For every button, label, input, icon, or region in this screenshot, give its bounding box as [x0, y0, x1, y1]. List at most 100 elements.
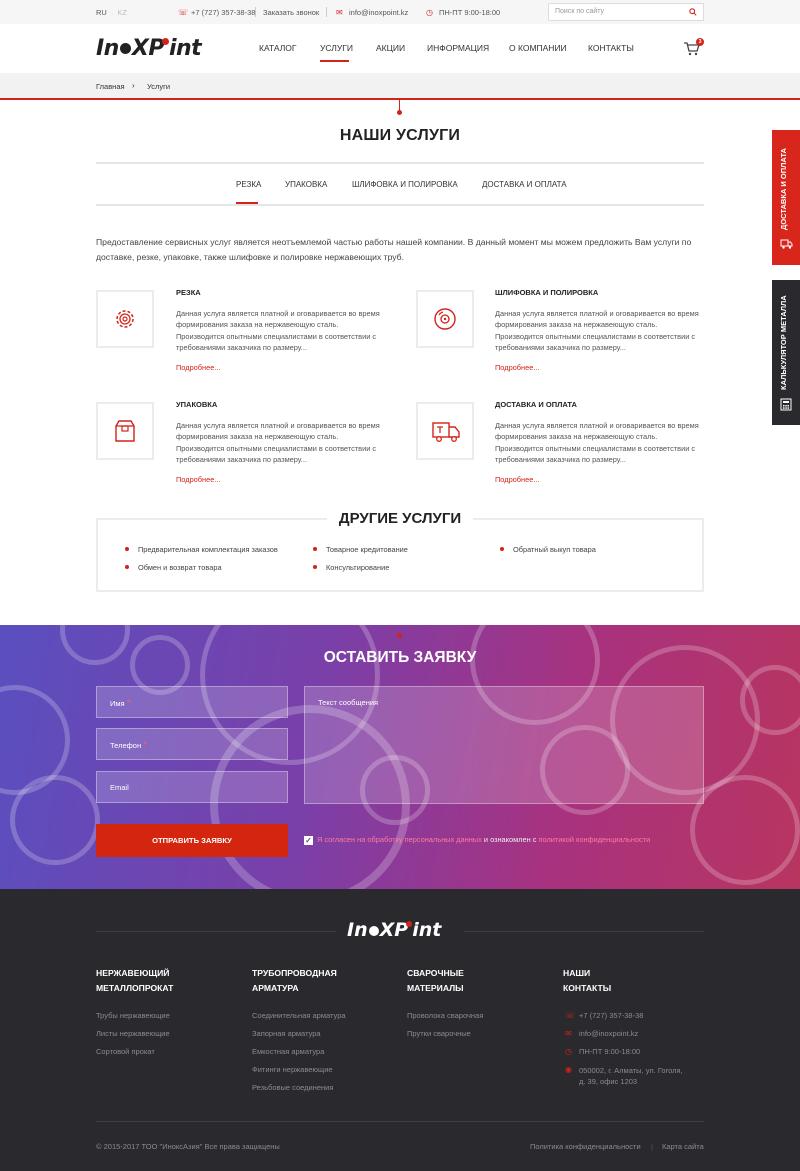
truck-icon — [780, 239, 793, 249]
topbar-hours-text: ПН-ПТ 9:00-18:00 — [439, 8, 501, 17]
footer-col-title: НАШИ КОНТАКТЫ — [563, 968, 612, 993]
side-tab-delivery[interactable]: ДОСТАВКА И ОПЛАТА — [772, 130, 800, 265]
service-card-more-link[interactable]: Подробнее... — [176, 363, 221, 372]
top-bar: RU · KZ ☏ +7 (727) 357-38-38 Заказать звоно… — [0, 0, 800, 24]
service-card-text: Данная услуга является платной и оговари… — [176, 421, 380, 465]
active-nav-underline — [320, 60, 349, 62]
phone-field[interactable]: Телефон * — [96, 728, 288, 760]
footer-col-title: ТРУБОПРОВОДНАЯ АРМАТУРА — [252, 968, 337, 993]
service-card-text: Данная услуга является платной и оговари… — [495, 421, 699, 465]
submit-request-button[interactable]: ОТПРАВИТЬ ЗАЯВКУ — [96, 824, 288, 857]
footer-phone[interactable]: +7 (727) 357-38-38 — [579, 1011, 643, 1020]
mail-icon: ✉ — [336, 8, 343, 18]
lang-kz[interactable]: KZ — [117, 8, 127, 17]
service-card-icon-box — [416, 290, 474, 348]
service-card-more-link[interactable]: Подробнее... — [495, 475, 540, 484]
side-tab-calculator[interactable]: КАЛЬКУЛЯТОР МЕТАЛЛА — [772, 280, 800, 425]
callback-link[interactable]: Заказать звонок — [263, 8, 319, 17]
nav-promotions[interactable]: АКЦИИ — [376, 43, 405, 53]
cart-count-badge: 3 — [696, 38, 704, 46]
page-title: НАШИ УСЛУГИ — [339, 127, 461, 144]
intro-text: Предоставление сервисных услуг является … — [96, 237, 692, 262]
calculator-icon — [780, 398, 792, 411]
tab-cutting[interactable]: РЕЗКА — [236, 180, 261, 189]
consent-label-middle: и ознакомлен с — [481, 835, 539, 844]
gear-icon — [116, 310, 134, 328]
list-item: Товарное кредитование — [313, 545, 408, 554]
list-item: Обмен и возврат товара — [125, 563, 222, 572]
footer-hours: ПН-ПТ 9:00-18:00 — [579, 1047, 641, 1056]
breadcrumb-separator: › — [132, 81, 135, 90]
header: In XP int КАТАЛОГ УСЛУГИ АКЦИИ ИНФОРМАЦИЯ … — [0, 24, 800, 73]
footer-link[interactable]: Запорная арматура — [252, 1029, 321, 1038]
footer-address: 050002, г. Алматы, ул. Гоголя, д. 39, офи… — [579, 1066, 683, 1086]
copyright: © 2015-2017 ТОО "ИноксАзия" Все права за… — [96, 1142, 280, 1151]
tab-packaging[interactable]: УПАКОВКА — [285, 180, 327, 189]
tab-delivery[interactable]: ДОСТАВКА И ОПЛАТА — [482, 180, 567, 189]
nav-contacts[interactable]: КОНТАКТЫ — [588, 43, 634, 53]
consent-label[interactable]: Я согласен на обработку персональных дан… — [317, 835, 482, 844]
truck-icon — [432, 422, 460, 442]
footer-col-title: НЕРЖАВЕЮЩИЙ МЕТАЛЛОПРОКАТ — [96, 968, 174, 993]
other-services-title: ДРУГИЕ УСЛУГИ — [0, 510, 800, 527]
consent-checkbox[interactable]: ✓ — [304, 836, 313, 845]
topbar-email-text: info@inoxpoint.kz — [349, 8, 409, 17]
nav-about[interactable]: О КОМПАНИИ — [509, 43, 567, 53]
footer-link[interactable]: Листы нержавеющие — [96, 1029, 170, 1038]
footer-link[interactable]: Фитинги нержавеющие — [252, 1065, 333, 1074]
name-field[interactable]: Имя * — [96, 686, 288, 718]
email-field[interactable]: Email — [96, 771, 288, 803]
nav-catalog[interactable]: КАТАЛОГ — [259, 43, 297, 53]
service-card-text: Данная услуга является платной и оговари… — [176, 309, 380, 353]
footer: In XP int НЕРЖАВЕЮЩИЙ МЕТАЛЛОПРОКАТ Трубы н… — [0, 889, 800, 1171]
mail-icon: ✉ — [565, 1029, 572, 1038]
footer-link[interactable]: Сортовой прокат — [96, 1047, 155, 1056]
search-icon[interactable] — [689, 8, 697, 16]
footer-link[interactable]: Емкостная арматура — [252, 1047, 324, 1056]
footer-email[interactable]: info@inoxpoint.kz — [579, 1029, 638, 1038]
side-tab-delivery-label: ДОСТАВКА И ОПЛАТА — [779, 148, 788, 230]
service-card-title: РЕЗКА — [176, 288, 201, 297]
service-card-icon-box — [96, 290, 154, 348]
logo[interactable]: In XP int — [96, 36, 202, 61]
footer-link[interactable]: Прутки сварочные — [407, 1029, 471, 1038]
footer-sitemap-link[interactable]: Карта сайта — [662, 1142, 704, 1151]
logo-text-3: int — [168, 36, 202, 61]
search-input[interactable]: Поиск по сайту — [548, 3, 704, 21]
service-card-more-link[interactable]: Подробнее... — [495, 363, 540, 372]
service-card-icon-box — [96, 402, 154, 460]
box-icon — [115, 420, 135, 442]
footer-link[interactable]: Трубы нержавеющие — [96, 1011, 170, 1020]
logo-text-2: XP — [131, 36, 165, 61]
breadcrumb-current: Услуги — [147, 82, 171, 91]
lang-ru[interactable]: RU — [96, 8, 107, 17]
message-textarea[interactable]: Текст сообщения — [304, 686, 704, 804]
privacy-policy-link[interactable]: политикой конфиденциальности — [539, 835, 651, 844]
service-card-title: ДОСТАВКА И ОПЛАТА — [495, 400, 577, 409]
breadcrumb: Главная › Услуги — [0, 73, 800, 100]
topbar-phone-text: +7 (727) 357-38-38 — [191, 8, 256, 17]
list-item: Обратный выкуп товара — [500, 545, 596, 554]
topbar-hours: ◷ ПН-ПТ 9:00-18:00 — [426, 8, 500, 17]
breadcrumb-home[interactable]: Главная — [96, 82, 125, 91]
footer-logo[interactable]: In XP int — [347, 919, 441, 941]
topbar-email[interactable]: ✉ info@inoxpoint.kz — [336, 8, 408, 17]
divider — [96, 204, 704, 206]
topbar-phone[interactable]: ☏ +7 (727) 357-38-38 — [178, 8, 255, 17]
logo-text-1: In — [96, 36, 119, 61]
location-icon: ◉ — [565, 1065, 572, 1074]
footer-link[interactable]: Резьбовые соединения — [252, 1083, 333, 1092]
divider — [96, 162, 704, 164]
nav-services[interactable]: УСЛУГИ — [320, 43, 353, 53]
footer-privacy-link[interactable]: Политика конфиденциальности — [530, 1142, 641, 1151]
footer-link[interactable]: Соединительная арматура — [252, 1011, 346, 1020]
request-form-section: ОСТАВИТЬ ЗАЯВКУ Имя * Телефон * Email Те… — [0, 625, 800, 889]
nav-information[interactable]: ИНФОРМАЦИЯ — [427, 43, 489, 53]
other-services-box — [96, 518, 704, 592]
footer-link[interactable]: Проволока сварочная — [407, 1011, 483, 1020]
tab-polishing[interactable]: ШЛИФОВКА И ПОЛИРОВКА — [352, 180, 458, 189]
phone-icon: ☏ — [178, 8, 189, 18]
service-card-more-link[interactable]: Подробнее... — [176, 475, 221, 484]
side-tab-calculator-label: КАЛЬКУЛЯТОР МЕТАЛЛА — [779, 295, 788, 390]
section-marker-dot — [397, 110, 402, 115]
